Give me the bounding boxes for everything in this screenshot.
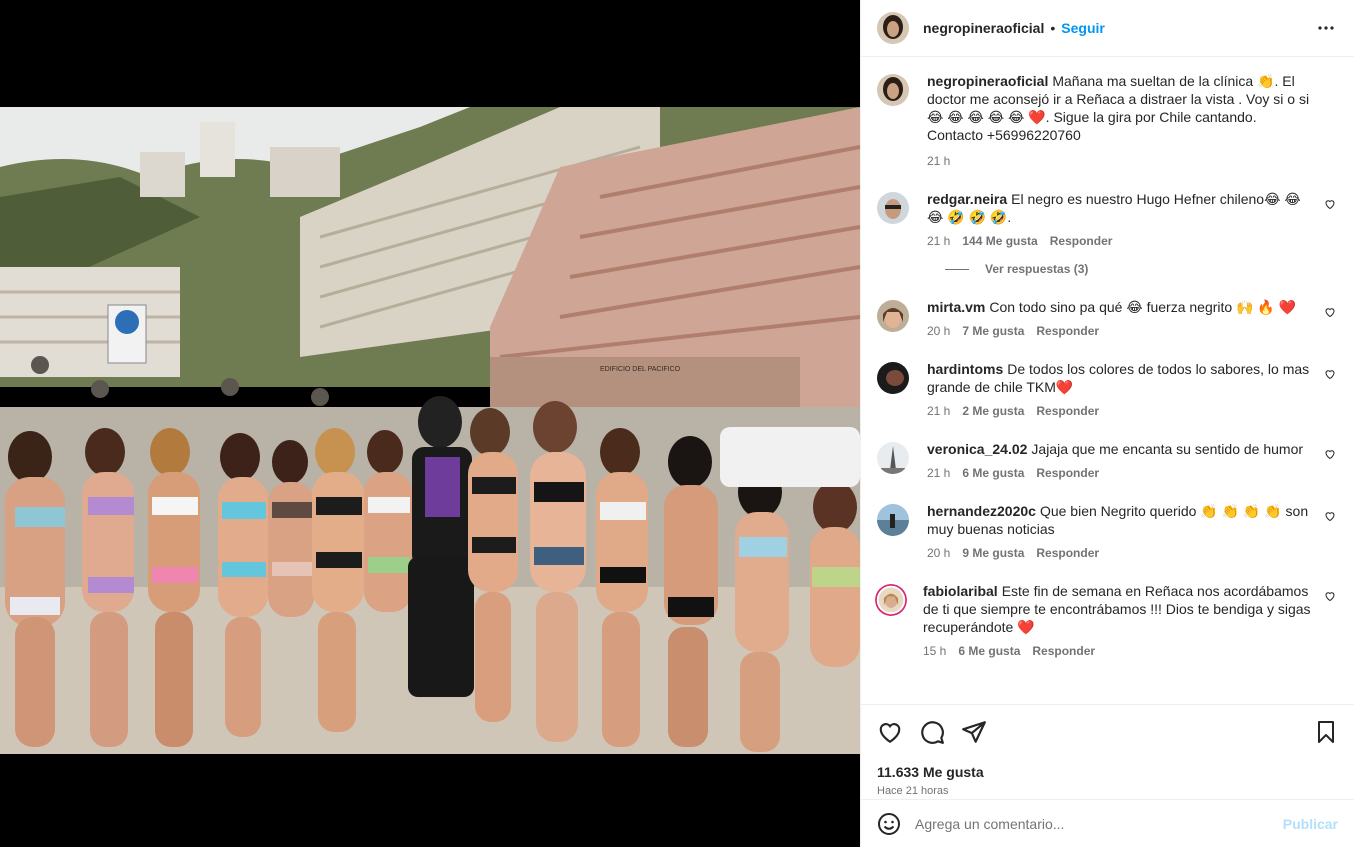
post-side-panel: negropineraoficial • Seguir negropinerao… bbox=[860, 0, 1354, 847]
comment-text: Con todo sino pa qué 😂 fuerza negrito 🙌 … bbox=[989, 299, 1297, 315]
commenter-avatar[interactable] bbox=[877, 362, 909, 394]
post-actions: 11.633 Me gusta Hace 21 horas Publicar bbox=[861, 704, 1354, 847]
comment-likes-count[interactable]: 9 Me gusta bbox=[962, 546, 1024, 560]
caption-username[interactable]: negropineraoficial bbox=[927, 73, 1048, 89]
post-photo[interactable]: EDIFICIO DEL PACIFICO bbox=[0, 107, 860, 754]
comment-like-heart-icon[interactable] bbox=[1324, 590, 1336, 602]
comment-item: hernandez2020c Que bien Negrito querido 👏… bbox=[877, 502, 1338, 560]
commenter-avatar[interactable] bbox=[877, 504, 909, 536]
comment-likes-count[interactable]: 6 Me gusta bbox=[962, 466, 1024, 480]
comment-item: mirta.vm Con todo sino pa qué 😂 fuerza ne… bbox=[877, 298, 1338, 338]
comment-icon[interactable] bbox=[919, 719, 945, 745]
reply-button[interactable]: Responder bbox=[1036, 466, 1099, 480]
reply-button[interactable]: Responder bbox=[1036, 324, 1099, 338]
comment-like-heart-icon[interactable] bbox=[1324, 306, 1336, 318]
view-replies-label: Ver respuestas (3) bbox=[985, 262, 1089, 276]
reply-button[interactable]: Responder bbox=[1050, 234, 1113, 248]
emoji-icon[interactable] bbox=[877, 812, 901, 836]
beach-group-photo: EDIFICIO DEL PACIFICO bbox=[0, 107, 860, 754]
action-buttons-row bbox=[861, 705, 1354, 745]
more-icon[interactable] bbox=[1314, 16, 1338, 40]
reply-button[interactable]: Responder bbox=[1032, 644, 1095, 658]
comment-username[interactable]: fabiolaribal bbox=[923, 583, 998, 599]
comment-likes-count[interactable]: 7 Me gusta bbox=[962, 324, 1024, 338]
comment-item: fabiolaribal Este fin de semana en Reñaca… bbox=[875, 582, 1338, 658]
comment-time[interactable]: 21 h bbox=[927, 404, 950, 418]
comments-list[interactable]: negropineraoficial Mañana ma sueltan de l… bbox=[861, 58, 1354, 704]
publish-button[interactable]: Publicar bbox=[1283, 816, 1338, 832]
author-avatar[interactable] bbox=[877, 12, 909, 44]
heart-icon[interactable] bbox=[877, 719, 903, 745]
comment-likes-count[interactable]: 144 Me gusta bbox=[962, 234, 1037, 248]
comment-time[interactable]: 15 h bbox=[923, 644, 946, 658]
comment-time[interactable]: 20 h bbox=[927, 324, 950, 338]
post-caption: negropineraoficial Mañana ma sueltan de l… bbox=[877, 72, 1338, 168]
comment-input[interactable] bbox=[915, 815, 1283, 832]
comment-item: redgar.neira El negro es nuestro Hugo Hef… bbox=[877, 190, 1338, 248]
comment-likes-count[interactable]: 2 Me gusta bbox=[962, 404, 1024, 418]
comment-like-heart-icon[interactable] bbox=[1324, 198, 1336, 210]
author-avatar[interactable] bbox=[877, 74, 909, 106]
commenter-avatar-story[interactable] bbox=[875, 584, 907, 616]
comment-like-heart-icon[interactable] bbox=[1324, 368, 1336, 380]
follow-button[interactable]: Seguir bbox=[1061, 20, 1105, 36]
comment-username[interactable]: hernandez2020c bbox=[927, 503, 1036, 519]
likes-count[interactable]: 11.633 Me gusta bbox=[861, 745, 1354, 780]
comment-time[interactable]: 21 h bbox=[927, 234, 950, 248]
bookmark-icon[interactable] bbox=[1314, 720, 1338, 744]
commenter-avatar[interactable] bbox=[877, 442, 909, 474]
share-icon[interactable] bbox=[961, 719, 987, 745]
commenter-avatar[interactable] bbox=[877, 300, 909, 332]
building-sign-text: EDIFICIO DEL PACIFICO bbox=[600, 366, 681, 373]
comment-time[interactable]: 21 h bbox=[927, 466, 950, 480]
separator-dot: • bbox=[1050, 20, 1056, 36]
post-header: negropineraoficial • Seguir bbox=[861, 0, 1354, 57]
comment-username[interactable]: veronica_24.02 bbox=[927, 441, 1027, 457]
comment-like-heart-icon[interactable] bbox=[1324, 510, 1336, 522]
comment-item: veronica_24.02 Jajaja que me encanta su s… bbox=[877, 440, 1338, 480]
reply-button[interactable]: Responder bbox=[1036, 404, 1099, 418]
comment-username[interactable]: hardintoms bbox=[927, 361, 1003, 377]
comment-item: hardintoms De todos los colores de todos … bbox=[877, 360, 1338, 418]
post-media-pane: EDIFICIO DEL PACIFICO bbox=[0, 0, 860, 847]
reply-button[interactable]: Responder bbox=[1036, 546, 1099, 560]
author-username[interactable]: negropineraoficial bbox=[923, 20, 1044, 36]
comment-text: Jajaja que me encanta su sentido de humo… bbox=[1031, 441, 1304, 457]
post-timestamp[interactable]: Hace 21 horas bbox=[861, 780, 1354, 797]
comment-username[interactable]: mirta.vm bbox=[927, 299, 985, 315]
comment-like-heart-icon[interactable] bbox=[1324, 448, 1336, 460]
commenter-avatar[interactable] bbox=[877, 192, 909, 224]
caption-time: 21 h bbox=[927, 154, 951, 168]
comment-likes-count[interactable]: 6 Me gusta bbox=[958, 644, 1020, 658]
comment-username[interactable]: redgar.neira bbox=[927, 191, 1007, 207]
view-replies-button[interactable]: Ver respuestas (3) bbox=[945, 262, 1338, 276]
add-comment-bar: Publicar bbox=[861, 799, 1354, 847]
comment-time[interactable]: 20 h bbox=[927, 546, 950, 560]
replies-line bbox=[945, 268, 969, 270]
